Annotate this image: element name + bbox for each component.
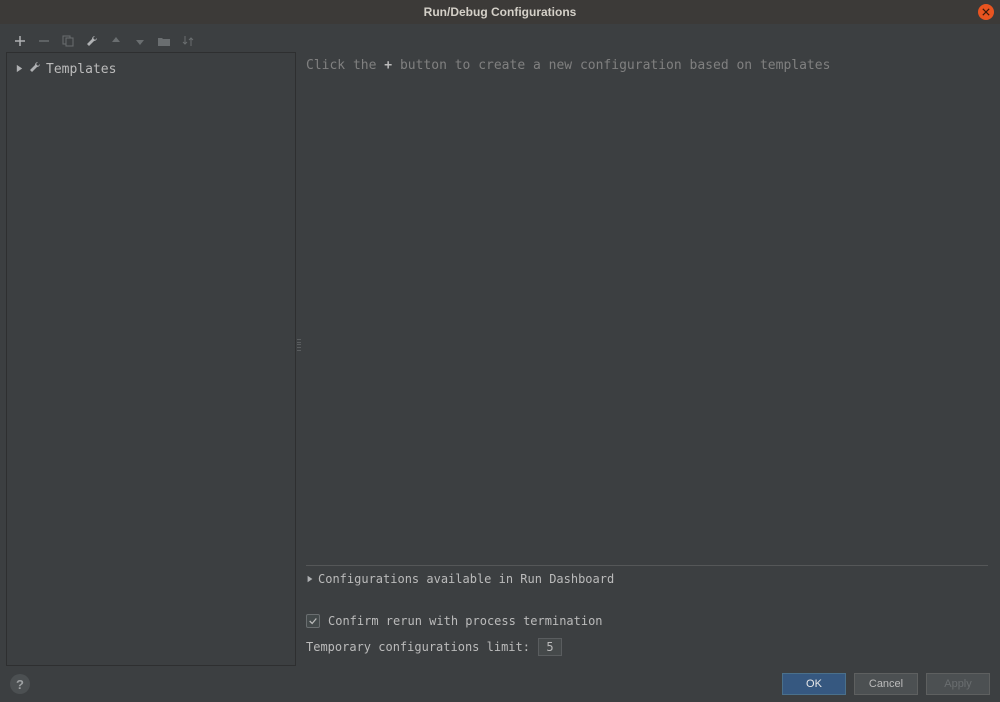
limit-label: Temporary configurations limit: (306, 640, 530, 654)
hint-plus: + (384, 58, 392, 73)
toolbar (6, 30, 994, 52)
folder-icon (157, 34, 171, 48)
arrow-up-icon (109, 34, 123, 48)
vertical-spacer (306, 73, 988, 559)
copy-config-button[interactable] (60, 33, 76, 49)
folder-button[interactable] (156, 33, 172, 49)
wrench-icon (85, 34, 99, 48)
cancel-button[interactable]: Cancel (854, 673, 918, 695)
sort-icon (181, 34, 195, 48)
separator (306, 565, 988, 566)
expand-arrow-icon (15, 62, 24, 77)
right-pane: Click the + button to create a new confi… (296, 52, 994, 666)
remove-config-button[interactable] (36, 33, 52, 49)
close-button[interactable] (978, 4, 994, 20)
limit-input[interactable] (538, 638, 562, 656)
move-down-button[interactable] (132, 33, 148, 49)
edit-defaults-button[interactable] (84, 33, 100, 49)
config-tree[interactable]: Templates (6, 52, 296, 666)
confirm-rerun-row: Confirm rerun with process termination (306, 614, 988, 628)
add-config-button[interactable] (12, 33, 28, 49)
ok-button[interactable]: OK (782, 673, 846, 695)
apply-button[interactable]: Apply (926, 673, 990, 695)
hint-suffix: button to create a new configuration bas… (400, 58, 830, 73)
hint-text: Click the + button to create a new confi… (306, 58, 988, 73)
titlebar-title: Run/Debug Configurations (424, 5, 577, 19)
confirm-rerun-label: Confirm rerun with process termination (328, 614, 603, 628)
confirm-rerun-checkbox[interactable] (306, 614, 320, 628)
dashboard-disclosure[interactable]: Configurations available in Run Dashboar… (306, 572, 988, 586)
content-split: Templates Click the + button to create a… (6, 52, 994, 666)
minus-icon (37, 34, 51, 48)
sort-button[interactable] (180, 33, 196, 49)
copy-icon (61, 34, 75, 48)
arrow-down-icon (133, 34, 147, 48)
templates-tree-item[interactable]: Templates (7, 59, 295, 79)
plus-icon (13, 34, 27, 48)
move-up-button[interactable] (108, 33, 124, 49)
limit-row: Temporary configurations limit: (306, 638, 988, 656)
hint-prefix: Click the (306, 58, 376, 73)
close-icon (982, 8, 990, 16)
templates-label: Templates (46, 62, 116, 77)
wrench-icon (28, 60, 42, 78)
checkmark-icon (308, 616, 318, 626)
footer: ? OK Cancel Apply (0, 666, 1000, 702)
splitter-handle[interactable] (296, 338, 302, 352)
dialog-body: Templates Click the + button to create a… (0, 24, 1000, 666)
dashboard-label: Configurations available in Run Dashboar… (318, 572, 614, 586)
help-button[interactable]: ? (10, 674, 30, 694)
chevron-right-icon (306, 572, 314, 586)
titlebar: Run/Debug Configurations (0, 0, 1000, 24)
